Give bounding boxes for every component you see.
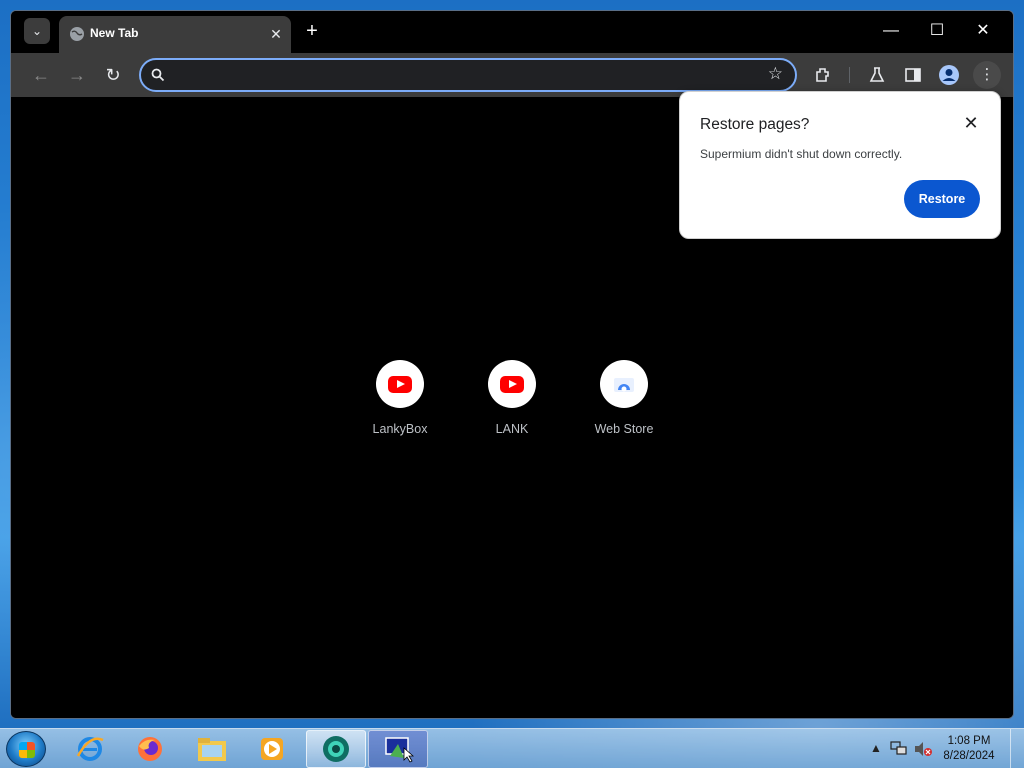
- shortcut-label: LANK: [495, 422, 529, 436]
- shortcut-tile[interactable]: LankyBox: [355, 360, 445, 436]
- menu-kebab-icon[interactable]: ⋮: [973, 61, 1001, 89]
- tab-new-tab[interactable]: New Tab ✕: [59, 16, 291, 53]
- browser-app-icon[interactable]: [306, 730, 366, 768]
- shortcut-tile[interactable]: LANK: [467, 360, 557, 436]
- start-button[interactable]: [6, 731, 46, 767]
- labs-flask-icon[interactable]: [865, 63, 889, 87]
- minimize-button[interactable]: —: [869, 19, 913, 43]
- show-hidden-icons[interactable]: ▲: [870, 741, 882, 755]
- address-bar[interactable]: ☆: [139, 58, 797, 92]
- chevron-down-icon: ⌄: [31, 24, 43, 38]
- forward-icon[interactable]: →: [65, 63, 89, 87]
- youtube-icon: [388, 375, 412, 393]
- bookmark-star-icon[interactable]: ☆: [768, 64, 783, 84]
- remote-app-icon[interactable]: [368, 730, 428, 768]
- side-panel-icon[interactable]: [901, 63, 925, 87]
- tab-title: New Tab: [90, 26, 139, 40]
- globe-icon: [70, 27, 84, 41]
- media-player-icon[interactable]: [242, 730, 302, 768]
- search-icon: [151, 68, 165, 82]
- tab-search-button[interactable]: ⌄: [24, 18, 50, 44]
- internet-explorer-icon[interactable]: [60, 730, 120, 768]
- clock-time: 1:08 PM: [947, 735, 991, 747]
- close-icon[interactable]: ✕: [962, 114, 980, 132]
- taskbar: ▲ 1:08 PM 8/28/2024: [0, 728, 1024, 768]
- system-clock[interactable]: 1:08 PM 8/28/2024: [938, 734, 1000, 764]
- youtube-icon: [500, 375, 524, 393]
- show-desktop-button[interactable]: [1010, 729, 1024, 768]
- close-window-button[interactable]: ✕: [961, 19, 1005, 43]
- restore-pages-dialog: Restore pages? ✕ Supermium didn't shut d…: [679, 91, 1001, 239]
- title-bar: ⌄ New Tab ✕ + — ☐ ✕: [11, 11, 1013, 53]
- volume-muted-icon[interactable]: [914, 741, 932, 760]
- restore-button[interactable]: Restore: [904, 180, 980, 218]
- shortcut-icon-circle: [488, 360, 536, 408]
- dialog-message: Supermium didn't shut down correctly.: [700, 147, 903, 161]
- dialog-title: Restore pages?: [700, 116, 810, 133]
- file-explorer-icon[interactable]: [182, 730, 242, 768]
- address-input[interactable]: [173, 65, 733, 85]
- network-icon[interactable]: [890, 741, 908, 760]
- shortcut-icon-circle: [600, 360, 648, 408]
- toolbar-separator: [849, 67, 850, 83]
- profile-avatar-icon[interactable]: [937, 63, 961, 87]
- new-tab-button[interactable]: +: [301, 20, 323, 42]
- reload-icon[interactable]: ↻: [101, 63, 125, 87]
- shortcut-label: Web Store: [594, 422, 654, 436]
- clock-date: 8/28/2024: [943, 750, 995, 762]
- windows-logo-icon: [19, 742, 35, 758]
- back-icon[interactable]: ←: [29, 63, 53, 87]
- shortcut-icon-circle: [376, 360, 424, 408]
- firefox-icon[interactable]: [120, 730, 180, 768]
- extensions-icon[interactable]: [811, 63, 835, 87]
- web-store-icon: [614, 378, 634, 392]
- shortcut-label: LankyBox: [372, 422, 428, 436]
- tab-close-icon[interactable]: ✕: [267, 25, 285, 43]
- maximize-button[interactable]: ☐: [915, 19, 959, 43]
- shortcut-tile[interactable]: Web Store: [579, 360, 669, 436]
